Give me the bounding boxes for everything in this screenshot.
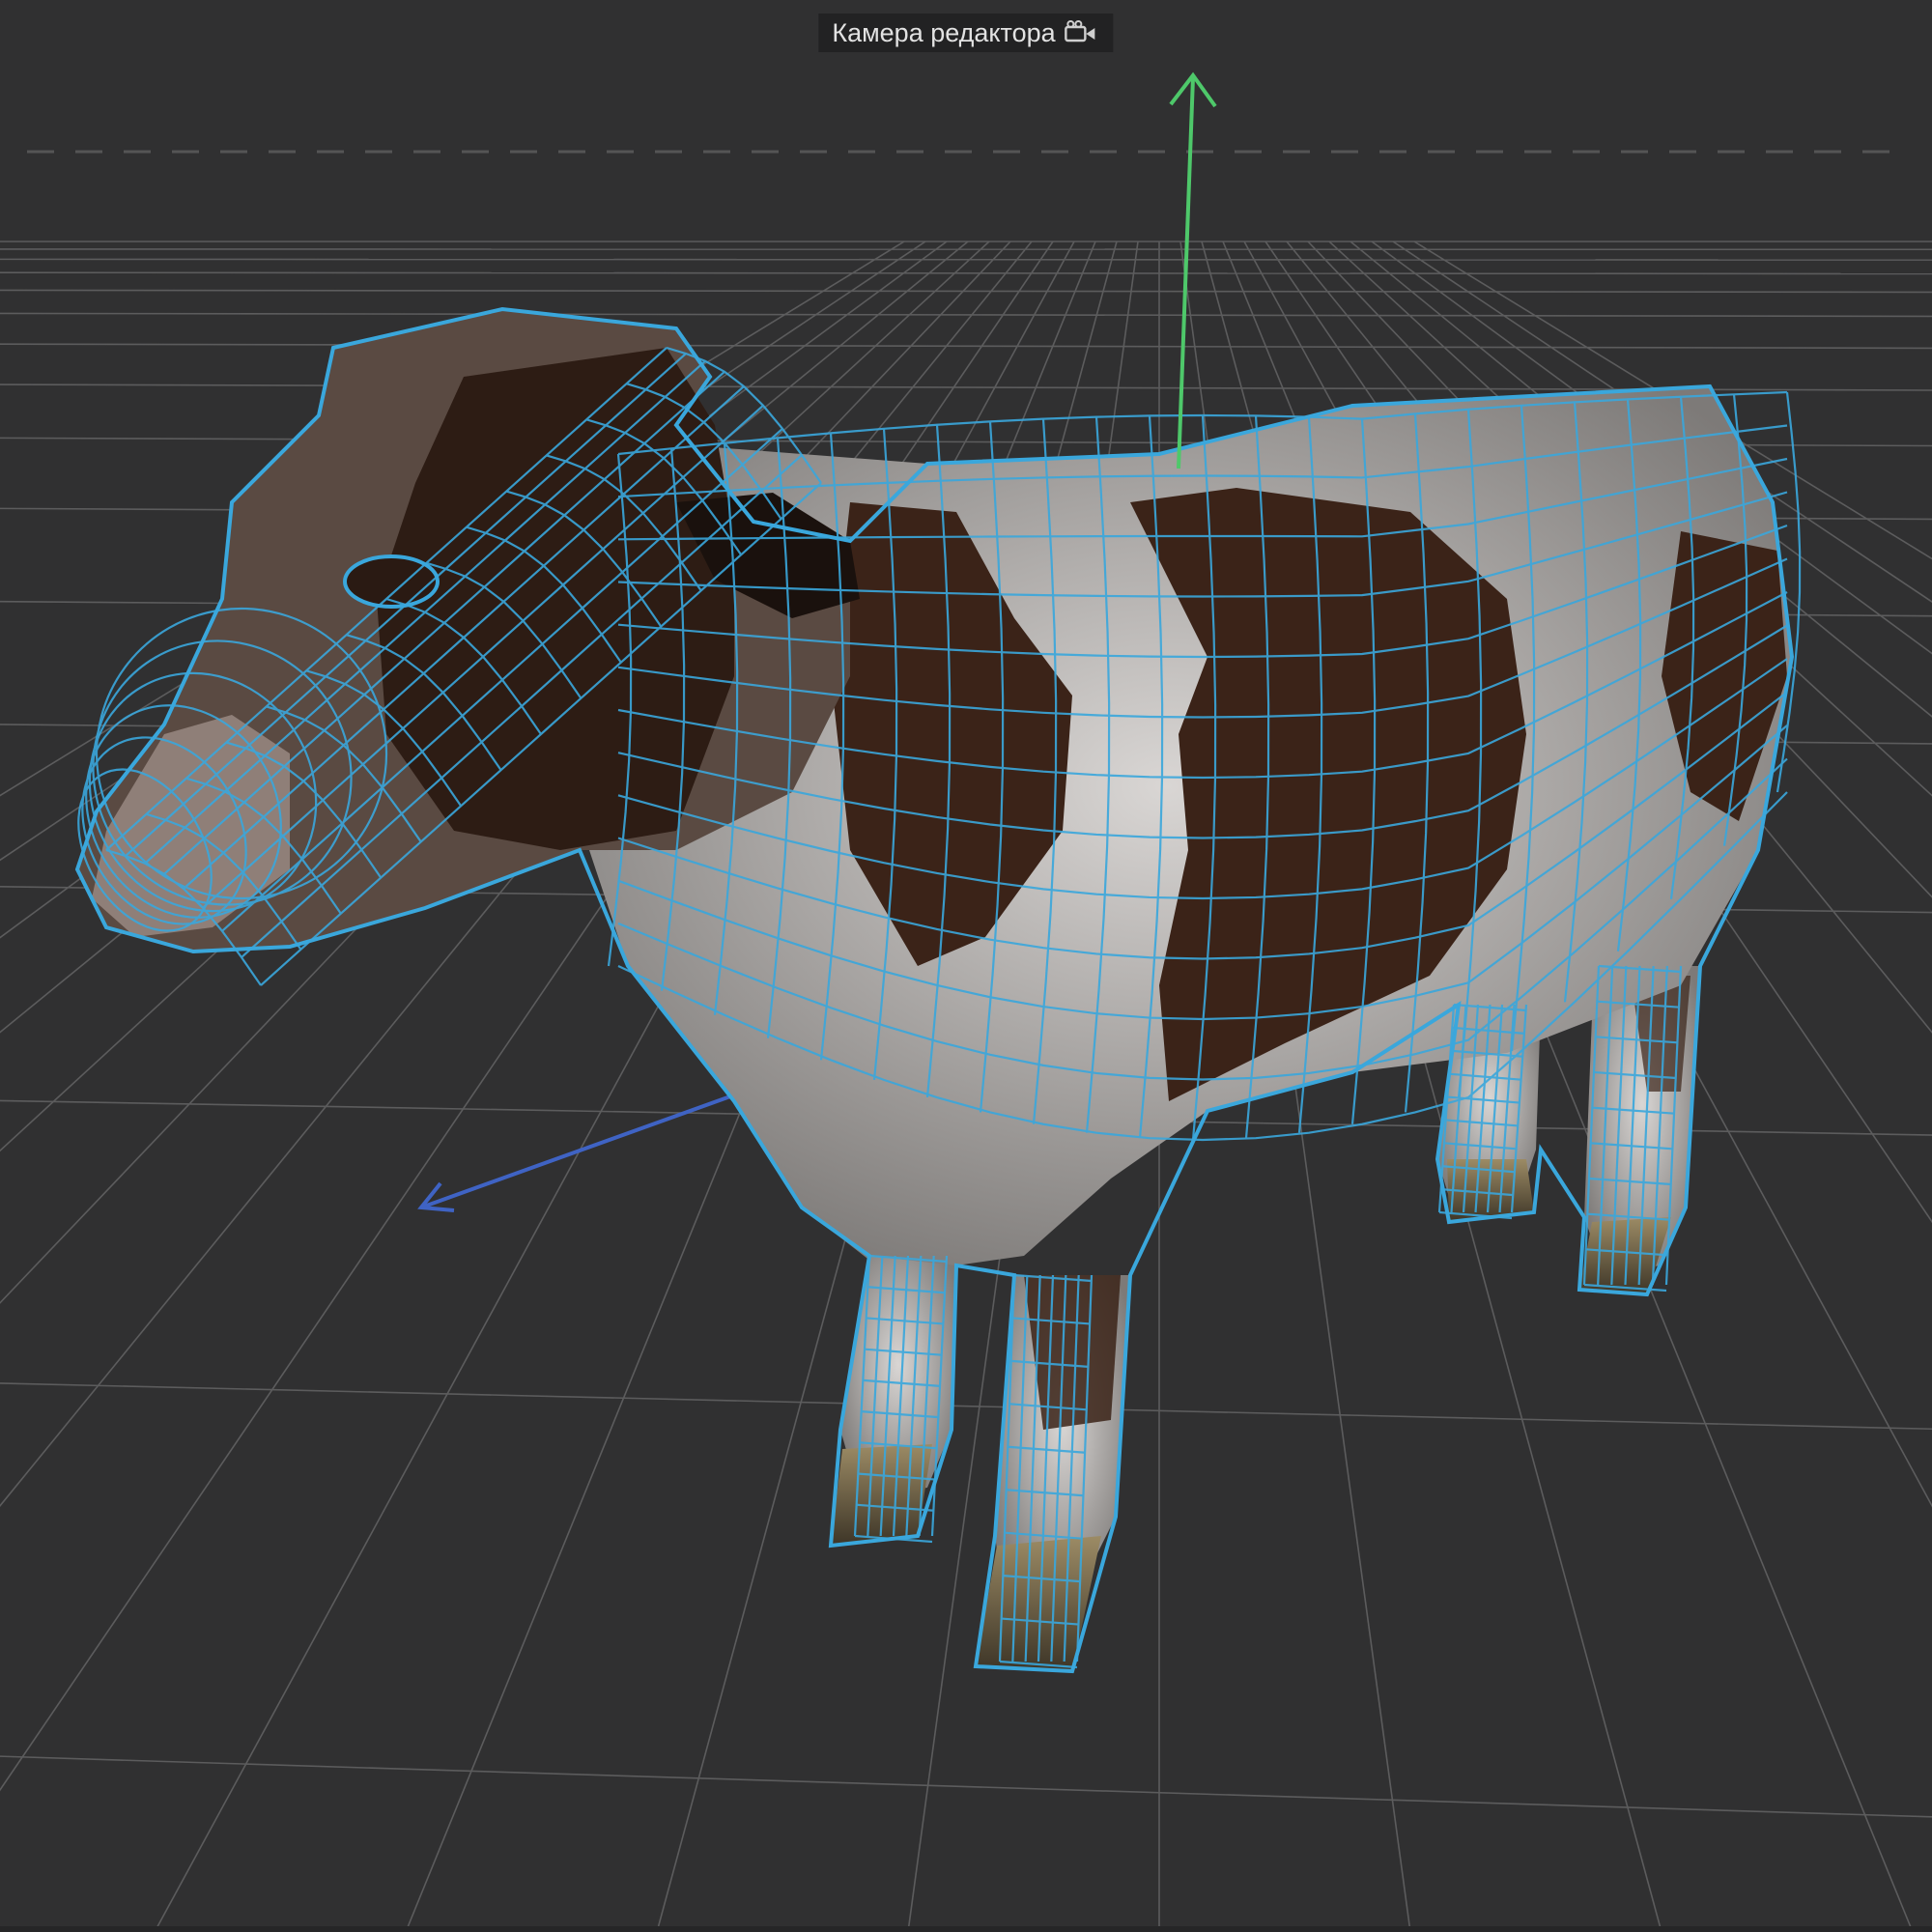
camera-label-text: Камера редактора [832,18,1056,47]
3d-viewport[interactable]: Камера редактора [0,0,1932,1932]
cow-eye [343,554,440,609]
y-axis-gizmo[interactable] [1169,71,1217,469]
viewport-scene[interactable] [0,0,1932,1932]
cow-model[interactable] [43,306,1802,1674]
camera-icon [1065,20,1095,43]
viewport-bottom-border [0,1926,1932,1932]
editor-camera-label[interactable]: Камера редактора [818,14,1114,52]
